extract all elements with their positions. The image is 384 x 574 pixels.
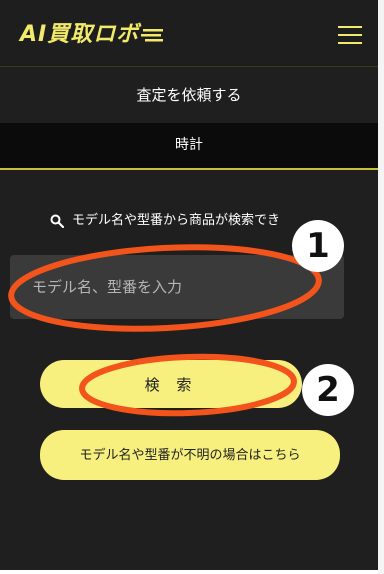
model-unknown-button[interactable]: モデル名や型番が不明の場合はこちら	[40, 430, 340, 480]
menu-line	[338, 26, 362, 28]
logo[interactable]: AI買取ロボ	[20, 18, 165, 52]
logo-text: AI買取ロボ	[20, 22, 140, 47]
annotation-number-2: 2	[302, 364, 354, 416]
category-tab[interactable]: 時計	[0, 123, 378, 170]
tab-label: 時計	[175, 137, 203, 153]
search-button[interactable]: 検 索	[40, 360, 302, 408]
model-search-input[interactable]	[10, 255, 344, 319]
screenshot-border	[378, 0, 384, 574]
page-title: 査定を依頼する	[136, 86, 242, 104]
menu-line	[338, 42, 362, 44]
hamburger-menu-icon[interactable]	[338, 26, 362, 46]
search-icon	[50, 214, 64, 228]
search-hint-text: モデル名や型番から商品が検索でき	[72, 213, 281, 228]
logo-speed-lines-icon	[141, 29, 164, 42]
menu-line	[338, 34, 362, 36]
phone-screen: AI買取ロボ 査定を依頼する 時計 モデル名や型番から商品が検索でき 検 索 モ…	[0, 0, 378, 570]
app-header: AI買取ロボ	[0, 0, 378, 67]
annotation-number-1: 1	[292, 220, 344, 272]
search-hint: モデル名や型番から商品が検索でき	[50, 210, 340, 232]
